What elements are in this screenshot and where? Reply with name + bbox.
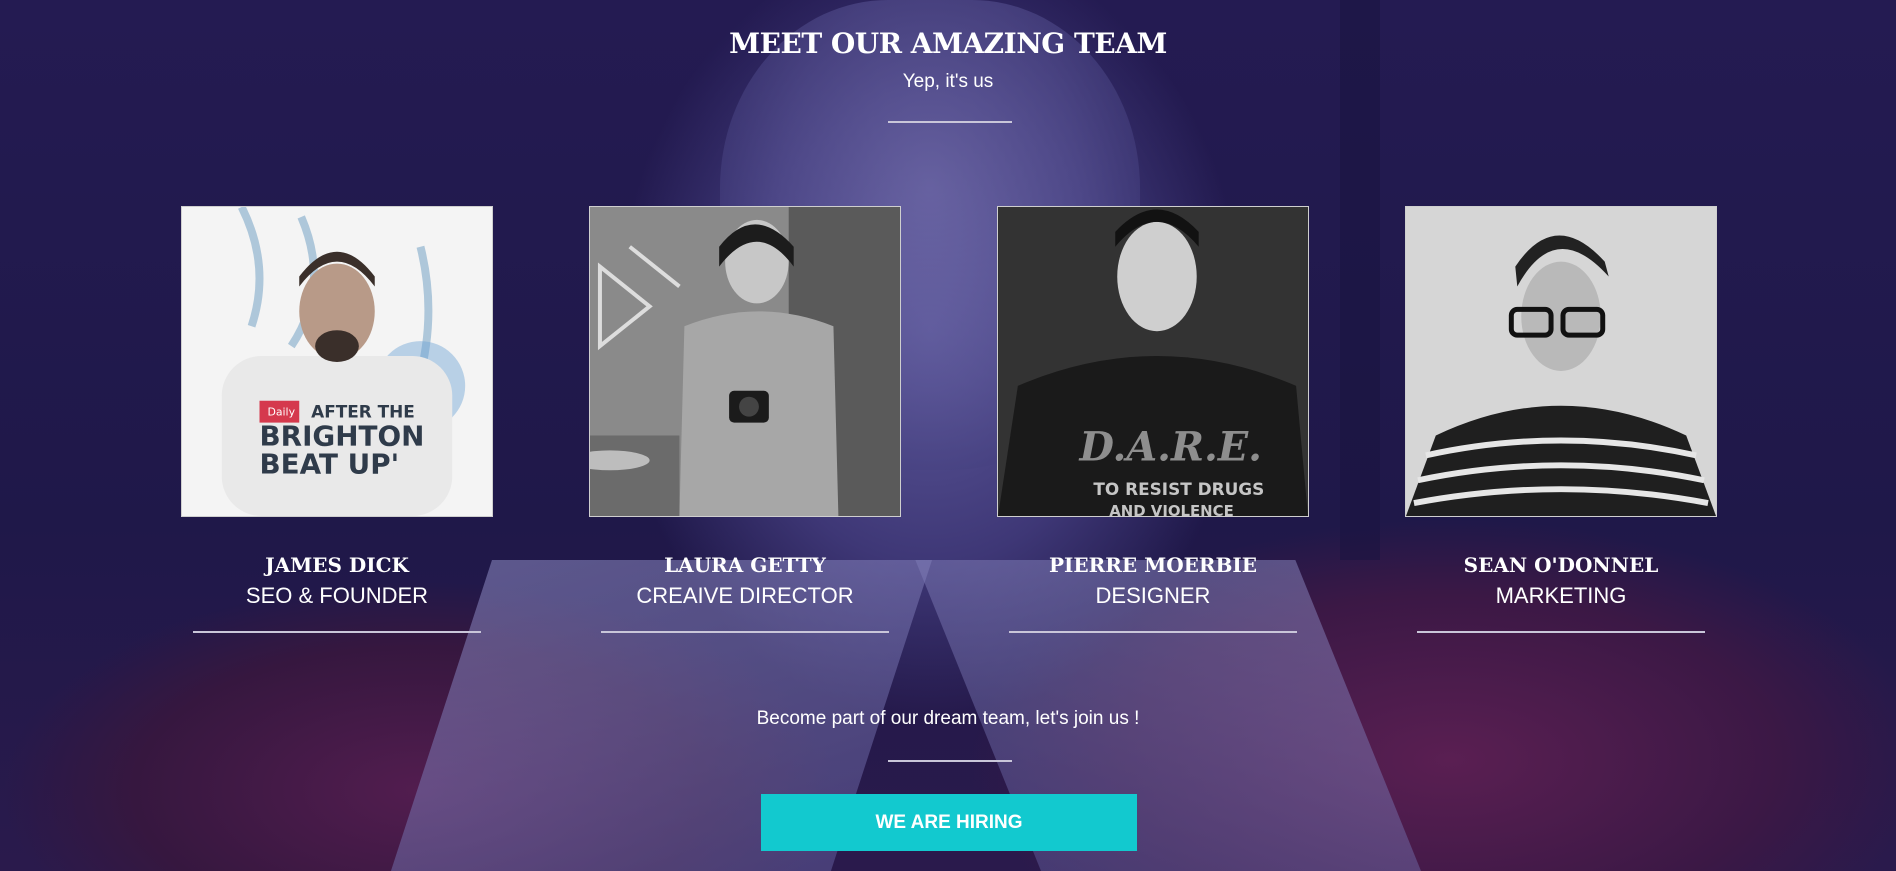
title-divider: [888, 121, 1012, 123]
member-role: MARKETING: [1495, 583, 1627, 608]
team-card: D.A.R.E. TO RESIST DRUGS AND VIOLENCE PI…: [997, 206, 1309, 633]
member-name: SEAN O'DONNEL: [1463, 553, 1659, 577]
join-text: Become part of our dream team, let's joi…: [756, 708, 1140, 729]
portrait-photo: D.A.R.E. TO RESIST DRUGS AND VIOLENCE: [998, 207, 1308, 516]
team-section: MEET OUR AMAZING TEAM Yep, it's us Daily…: [0, 0, 1896, 871]
svg-text:Daily: Daily: [267, 406, 295, 419]
member-role: CREAIVE DIRECTOR: [636, 583, 854, 608]
hiring-button[interactable]: WE ARE HIRING: [761, 794, 1137, 851]
member-role: DESIGNER: [1095, 583, 1211, 608]
section-subtitle: Yep, it's us: [902, 71, 994, 92]
member-photo: D.A.R.E. TO RESIST DRUGS AND VIOLENCE: [997, 206, 1309, 517]
join-divider: [888, 760, 1012, 762]
member-name: JAMES DICK: [265, 553, 409, 577]
svg-text:TO RESIST DRUGS: TO RESIST DRUGS: [1093, 479, 1264, 499]
card-divider: [193, 631, 481, 633]
card-divider: [1417, 631, 1705, 633]
team-card: SEAN O'DONNEL MARKETING: [1405, 206, 1717, 633]
svg-text:D.A.R.E.: D.A.R.E.: [1078, 424, 1262, 470]
card-divider: [1009, 631, 1297, 633]
section-title: MEET OUR AMAZING TEAM: [729, 27, 1167, 60]
team-card: Daily AFTER THE BRIGHTON BEAT UP' JAMES …: [181, 206, 493, 633]
svg-text:BEAT UP': BEAT UP': [260, 447, 400, 480]
member-role: SEO & FOUNDER: [245, 583, 429, 608]
card-divider: [601, 631, 889, 633]
portrait-photo: Daily AFTER THE BRIGHTON BEAT UP': [182, 207, 492, 516]
member-photo: [589, 206, 901, 517]
portrait-photo: [590, 207, 900, 516]
member-name: LAURA GETTY: [664, 553, 826, 577]
portrait-photo: [1406, 207, 1716, 516]
team-card: LAURA GETTY CREAIVE DIRECTOR: [589, 206, 901, 633]
member-photo: [1405, 206, 1717, 517]
svg-text:AND VIOLENCE: AND VIOLENCE: [1109, 502, 1233, 516]
member-name: PIERRE MOERBIE: [1048, 553, 1258, 577]
member-photo: Daily AFTER THE BRIGHTON BEAT UP': [181, 206, 493, 517]
